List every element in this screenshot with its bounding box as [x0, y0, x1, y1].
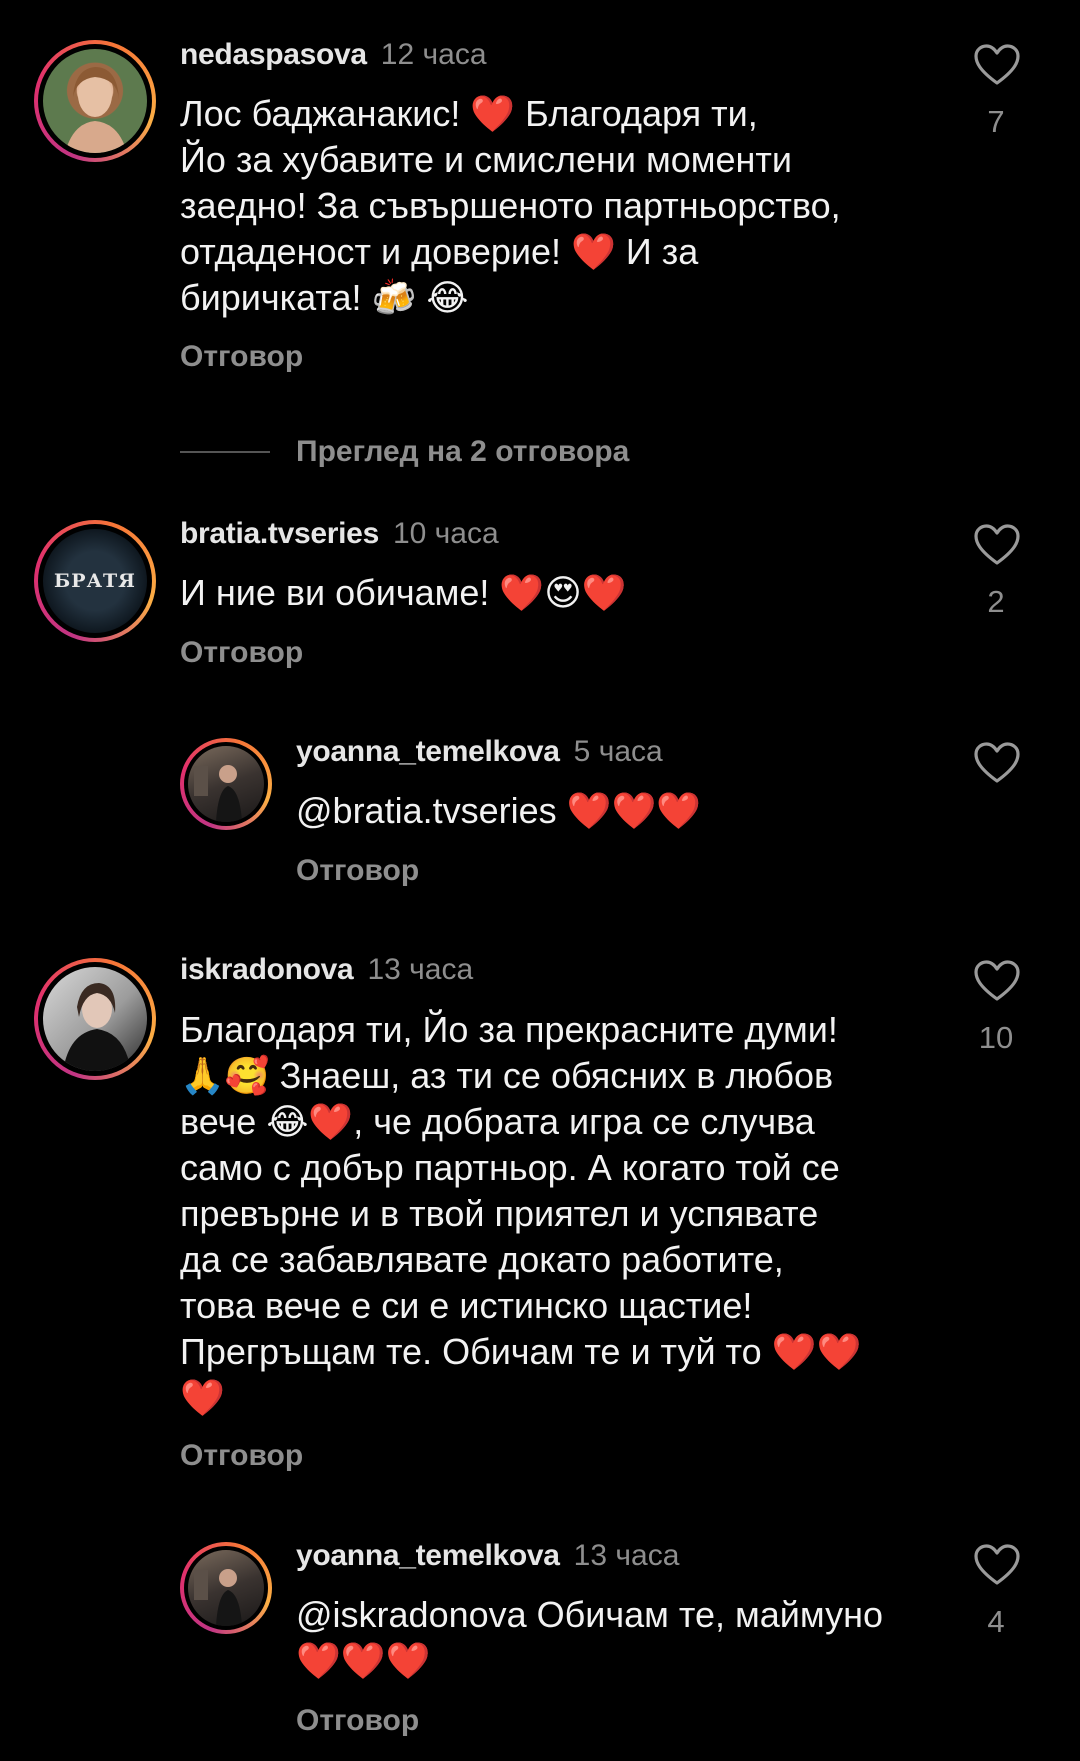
comment-text: @iskradonova Обичам те, маймуно ❤️❤️❤️ [296, 1592, 883, 1684]
comment-line: Йо за хубавите и смислени моменти [180, 139, 792, 180]
reply-button[interactable]: Отговор [296, 854, 419, 888]
comment-line: само с добър партньор. А когато той се [180, 1147, 840, 1188]
comment-header: nedaspasova 12 часа [180, 38, 487, 72]
timestamp: 12 часа [380, 38, 487, 71]
comment-line: Благодаря ти, Йо за прекрасните думи! [180, 1009, 838, 1050]
reply-button[interactable]: Отговор [180, 340, 303, 374]
avatar-photo [63, 983, 131, 1071]
comment-line: ❤️ [180, 1377, 225, 1418]
avatar-photo [65, 67, 127, 153]
avatar-photo [194, 765, 242, 822]
comment-line: Лос баджанакис! ❤️ Благодаря ти, [180, 93, 758, 134]
view-replies-label[interactable]: Преглед на 2 отговора [296, 435, 629, 469]
comment-line: И ние ви обичаме! ❤️😍❤️ [180, 572, 627, 613]
like-count: 7 [987, 104, 1005, 139]
comment-line: Прегръщам те. Обичам те и туй то ❤️❤️ [180, 1331, 862, 1372]
heart-outline-icon[interactable] [974, 960, 1020, 1002]
like-count: 4 [987, 1604, 1005, 1639]
timestamp: 5 часа [573, 735, 663, 768]
timestamp: 10 часа [392, 517, 499, 550]
comment-line: @iskradonova Обичам те, маймуно [296, 1594, 883, 1635]
username[interactable]: nedaspasova [180, 38, 367, 71]
comment-line: да се забавлявате докато работите, [180, 1239, 784, 1280]
heart-outline-icon[interactable] [974, 742, 1020, 784]
timestamp: 13 часа [367, 953, 474, 986]
username[interactable]: yoanna_temelkova [296, 1539, 560, 1572]
username[interactable]: iskradonova [180, 953, 354, 986]
comment-line: биричката! 🍻 😂 [180, 277, 469, 318]
comment-header: bratia.tvseries 10 часа [180, 517, 499, 551]
comment-line: превърне и в твой приятел и успявате [180, 1193, 819, 1234]
comment-line: 🙏🥰 Знаеш, аз ти се обясних в любов [180, 1055, 834, 1096]
avatar-logo-text: БРАТЯ [54, 570, 136, 592]
divider-line [180, 451, 270, 453]
reply-button[interactable]: Отговор [296, 1704, 419, 1738]
comment-text: @bratia.tvseries ❤️❤️❤️ [296, 788, 701, 834]
comment-line: отдаденост и доверие! ❤️ И за [180, 231, 699, 272]
heart-outline-icon[interactable] [974, 1544, 1020, 1586]
reply-button[interactable]: Отговор [180, 1439, 303, 1473]
avatar-iskradonova[interactable] [34, 958, 156, 1080]
avatar-bratia-tvseries[interactable]: БРАТЯ [34, 520, 156, 642]
heart-outline-icon[interactable] [974, 524, 1020, 566]
avatar-photo [194, 1569, 242, 1626]
comment-text: Лос баджанакис! ❤️ Благодаря ти, Йо за х… [180, 91, 841, 321]
reply-button[interactable]: Отговор [180, 636, 303, 670]
avatar-yoanna-temelkova[interactable] [180, 738, 272, 830]
like-count: 10 [978, 1020, 1014, 1055]
avatar-yoanna-temelkova[interactable] [180, 1542, 272, 1634]
username[interactable]: yoanna_temelkova [296, 735, 560, 768]
comment-text: Благодаря ти, Йо за прекрасните думи! 🙏🥰… [180, 1007, 861, 1421]
view-replies-toggle[interactable]: Преглед на 2 отговора [180, 432, 629, 472]
comment-line: заедно! За съвършеното партньорство, [180, 185, 841, 226]
heart-outline-icon[interactable] [974, 44, 1020, 86]
username[interactable]: bratia.tvseries [180, 517, 379, 550]
comment-line: ❤️❤️❤️ [296, 1640, 431, 1681]
comment-header: yoanna_temelkova 13 часа [296, 1539, 679, 1573]
comment-line: вече 😂❤️, че добрата игра се случва [180, 1101, 815, 1142]
comment-header: iskradonova 13 часа [180, 953, 473, 987]
comment-text: И ние ви обичаме! ❤️😍❤️ [180, 570, 627, 616]
like-count: 2 [987, 584, 1005, 619]
avatar-nedaspasova[interactable] [34, 40, 156, 162]
comment-line: @bratia.tvseries ❤️❤️❤️ [296, 790, 702, 831]
timestamp: 13 часа [573, 1539, 680, 1572]
comment-header: yoanna_temelkova 5 часа [296, 735, 663, 769]
comment-line: това вече е си е истинско щастие! [180, 1285, 753, 1326]
